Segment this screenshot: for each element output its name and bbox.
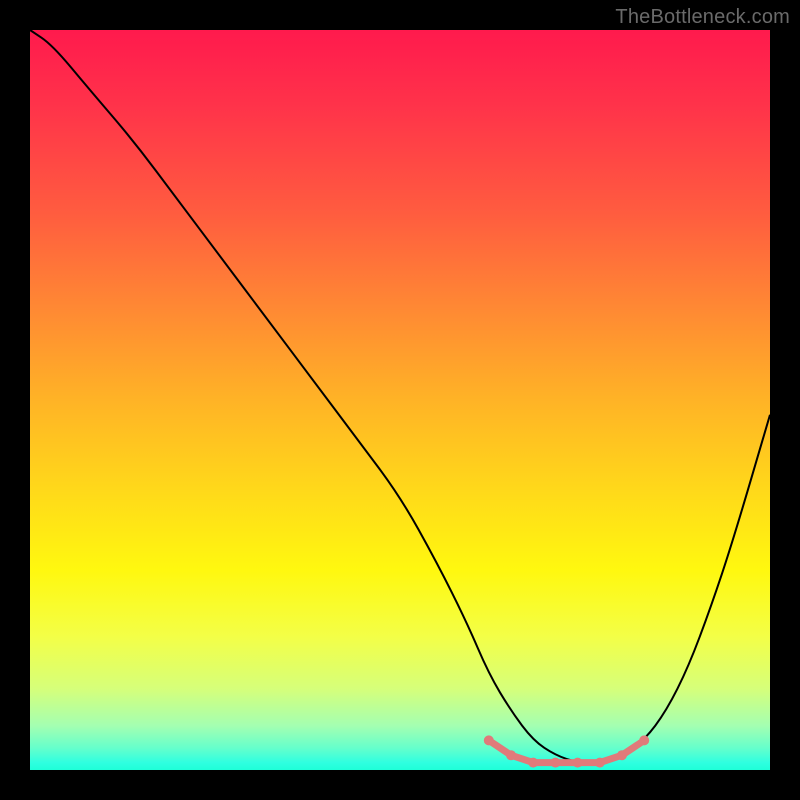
optimal-dot (617, 750, 627, 760)
chart-frame: TheBottleneck.com (0, 0, 800, 800)
bottleneck-curve (30, 30, 770, 763)
watermark-text: TheBottleneck.com (615, 6, 790, 29)
optimal-dot (595, 758, 605, 768)
optimal-dot (550, 758, 560, 768)
optimal-dot (528, 758, 538, 768)
plot-area (30, 30, 770, 770)
curve-layer (30, 30, 770, 770)
optimal-dot (573, 758, 583, 768)
optimal-range-markers (484, 735, 649, 767)
optimal-dot (639, 735, 649, 745)
optimal-dot (484, 735, 494, 745)
optimal-dot (506, 750, 516, 760)
